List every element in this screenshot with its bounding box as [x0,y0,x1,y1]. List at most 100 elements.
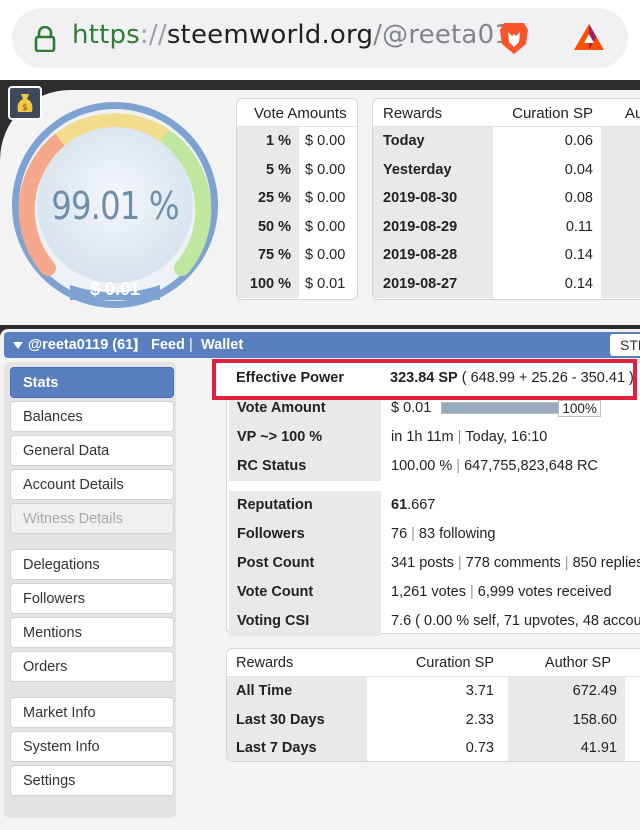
reputation-frac: .667 [407,497,436,513]
account-name-link[interactable]: @reeta0119 (61) [28,332,138,358]
vote-count-row: Vote Count 1,261 votes | 6,999 votes recei… [229,578,640,607]
votes-count: 1,261 votes [391,584,466,600]
daily-rewards-header: Rewards Curation SP Au [373,99,640,127]
brave-lion-icon[interactable] [498,20,530,56]
stat-value: 76 | 83 following [381,520,640,549]
curation-value: 0.08 [564,190,593,206]
value-separator: | [411,526,415,542]
vote-amount: $ 0.01 [305,275,346,292]
curation-value: 0.73 [465,740,494,756]
menu-system-info[interactable]: System Info [10,731,174,762]
curation-value: 0.14 [564,247,593,263]
vote-pct: 100 % [237,269,299,298]
menu-stats[interactable]: Stats [10,367,174,398]
url-text[interactable]: https://steemworld.org/@reeta011 [72,20,528,50]
reputation-int: 61 [391,497,408,513]
url-host: steemworld.org [166,20,374,50]
rc-amount: 647,755,823,648 RC [464,458,598,474]
value-separator: | [564,555,569,571]
following-count: 83 following [418,526,496,542]
menu-account-details[interactable]: Account Details [10,469,174,500]
table-row: Yesterday 0.04 [373,155,640,184]
menu-mentions[interactable]: Mentions [10,617,174,648]
table-row: 5 % $ 0.00 [237,155,357,184]
votes-received: 6,999 votes received [477,584,612,600]
author-value: 158.60 [508,705,625,734]
reward-day: 2019-08-30 [373,184,493,213]
stat-label: RC Status [229,452,381,481]
reward-period: Last 30 Days [227,705,367,734]
stat-label: Followers [229,520,381,549]
table-row: 2019-08-30 0.08 [373,184,640,213]
vote-weight-bar[interactable] [441,402,560,415]
menu-general-data[interactable]: General Data [10,435,174,466]
table-row: 75 % $ 0.00 [237,241,357,270]
author-cell [601,269,640,298]
menu-witness-details: Witness Details [10,503,174,534]
curation-value: 3.71 [465,683,494,699]
reward-day: 2019-08-27 [373,269,493,298]
menu-delegations[interactable]: Delegations [10,549,174,580]
menu-market-info[interactable]: Market Info [10,697,174,728]
stat-value: in 1h 11m | Today, 16:10 [381,423,640,452]
followers-count: 76 [391,526,408,542]
col-rewards: Rewards [236,655,294,671]
effective-power-label: Effective Power [236,370,344,386]
reputation-row: Reputation 61.667 [229,491,640,520]
col-rewards: Rewards [383,105,443,122]
post-count-row: Post Count 341 posts | 778 comments | 850 re… [229,549,640,578]
author-value: 41.91 [508,734,625,761]
col-author-sp: Au [625,105,640,122]
curation-value: 0.04 [564,161,593,178]
col-author-sp: Author SP [544,655,611,671]
value-separator: | [456,458,461,474]
stat-value: 61.667 [381,491,640,520]
bat-triangle-icon[interactable] [572,22,606,52]
reward-day: Today [373,127,493,156]
vote-pct: 75 % [237,241,299,270]
value-separator: | [469,584,474,600]
author-value: 672.49 [508,677,625,706]
vp-time-remaining: in 1h 11m [391,429,454,445]
value-separator: | [457,555,462,571]
vote-weight-pct: 100% [558,399,601,417]
nav-separator: | [189,337,193,353]
steem-dropdown[interactable]: STE [610,334,640,356]
table-row: Last 30 Days 2.33 158.60 [227,705,640,734]
table-row: 25 % $ 0.00 [237,184,357,213]
voting-csi-row: Voting CSI 7.6 ( 0.00 % self, 71 upvotes… [229,607,640,636]
wallet-link[interactable]: Wallet [201,332,243,358]
vote-amounts-header: Vote Amounts [237,99,357,127]
author-cell [601,241,640,270]
effective-power-breakdown: ( 648.99 + 25.26 - 350.41 ) [461,370,634,386]
vote-amount: $ 0.00 [305,190,346,206]
table-row: 50 % $ 0.00 [237,212,357,241]
table-row: All Time 3.71 672.49 [227,677,640,706]
stat-label: VP ~> 100 % [229,423,381,452]
menu-balances[interactable]: Balances [10,401,174,432]
curation-value: 0.06 [564,133,593,149]
effective-power-sp: 323.84 SP [390,370,458,386]
collapse-triangle-icon[interactable] [13,342,23,349]
table-row: Today 0.06 [373,127,640,156]
vote-pct: 1 % [237,127,299,156]
lock-icon [34,26,56,52]
vote-pct: 50 % [237,212,299,241]
comments-count: 778 comments [465,555,561,571]
menu-settings[interactable]: Settings [10,765,174,796]
menu-followers[interactable]: Followers [10,583,174,614]
vote-weight-fill [442,403,559,414]
browser-toolbar: https://steemworld.org/@reeta011 [0,0,640,80]
author-cell [601,212,640,241]
stat-value: 7.6 ( 0.00 % self, 71 upvotes, 48 accoun… [391,613,640,629]
rewards-summary-table: Rewards Curation SP Author SP All Time 3.… [226,648,640,762]
stat-value: 100.00 % | 647,755,823,648 RC [381,452,640,481]
rewards-summary-header: Rewards Curation SP Author SP [227,649,640,677]
vp-full-row: VP ~> 100 % in 1h 11m | Today, 16:10 [229,423,640,452]
menu-orders[interactable]: Orders [10,651,174,682]
reward-day: 2019-08-28 [373,241,493,270]
table-row: Last 7 Days 0.73 41.91 [227,734,640,761]
curation-value: 2.33 [465,711,494,728]
stat-label: Vote Count [229,578,381,607]
feed-link[interactable]: Feed [151,332,185,358]
